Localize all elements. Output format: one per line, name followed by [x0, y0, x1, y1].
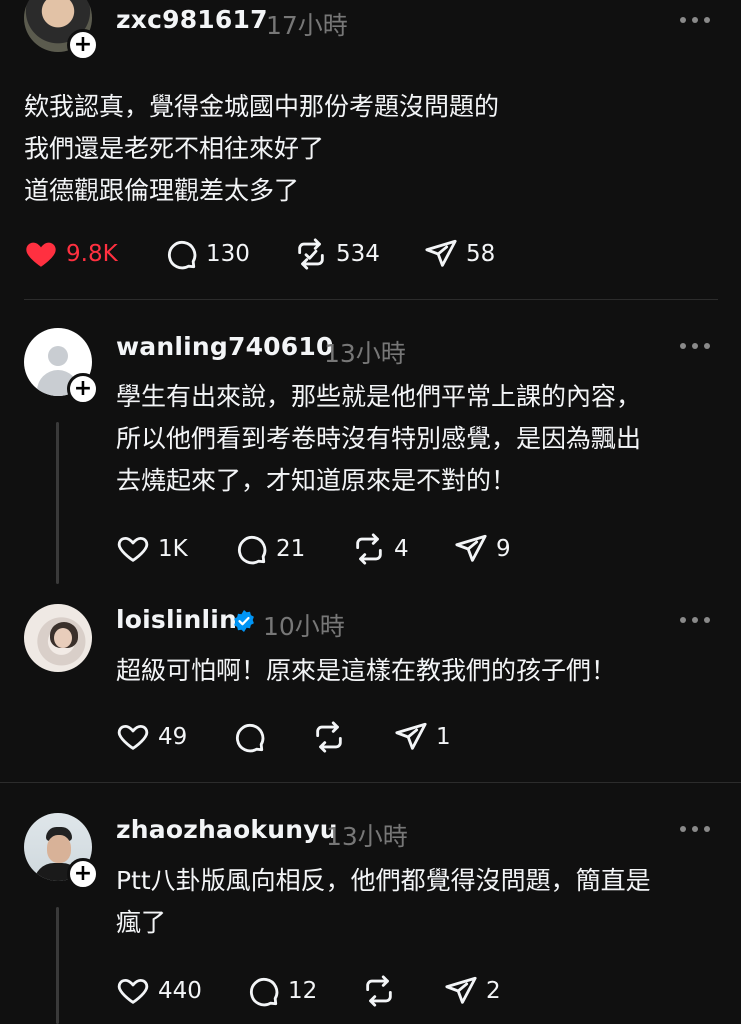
- reply-button[interactable]: [232, 717, 266, 757]
- share-button[interactable]: 2: [444, 971, 501, 1011]
- post-actions: 1K 21 4 9: [116, 529, 536, 569]
- like-count: 49: [158, 724, 188, 750]
- post-time: 10小時: [263, 612, 345, 641]
- post-actions: 9.8K 130 534 58: [24, 234, 524, 274]
- repost-icon: [356, 533, 382, 565]
- thread-line: [56, 907, 59, 1024]
- username[interactable]: zhaozhaokunyu: [116, 815, 338, 844]
- more-icon[interactable]: [680, 616, 712, 624]
- reply-icon: [249, 977, 279, 1007]
- reply-count: 12: [288, 978, 318, 1004]
- reply-icon: [167, 240, 197, 270]
- reply-button[interactable]: 21: [234, 529, 305, 569]
- like-count: 9.8K: [66, 241, 118, 267]
- share-icon: [455, 534, 487, 562]
- post-actions: 440 12 2: [116, 971, 536, 1011]
- username[interactable]: loislinlin: [116, 605, 237, 634]
- repost-button[interactable]: [312, 717, 346, 757]
- share-count: 2: [486, 978, 501, 1004]
- share-icon: [425, 239, 457, 267]
- post-time: 13小時: [324, 339, 406, 368]
- like-button[interactable]: 1K: [116, 529, 188, 569]
- post-zxc981617: + zxc981617 17小時 欸我認真，覺得金城國中那份考題沒問題的 我們還…: [0, 0, 741, 300]
- share-count: 1: [436, 724, 451, 750]
- follow-plus-icon[interactable]: +: [67, 858, 99, 890]
- like-button[interactable]: 49: [116, 717, 187, 757]
- share-count: 58: [466, 241, 496, 267]
- like-count: 1K: [158, 536, 188, 562]
- reply-button[interactable]: 12: [246, 971, 317, 1011]
- reply-icon: [237, 535, 267, 565]
- reply-icon: [235, 723, 265, 753]
- heart-icon: [117, 536, 149, 562]
- repost-icon: [298, 238, 324, 270]
- share-count: 9: [496, 536, 511, 562]
- follow-plus-icon[interactable]: +: [67, 373, 99, 405]
- share-button[interactable]: 9: [454, 529, 511, 569]
- repost-icon: [366, 975, 392, 1007]
- verified-badge-icon: [234, 610, 254, 632]
- reply-button[interactable]: 130: [164, 234, 250, 274]
- post-zhaozhaokunyu: + zhaozhaokunyu 13小時 Ptt八卦版風向相反，他們都覺得沒問題…: [0, 783, 741, 1024]
- post-actions: 49 1: [116, 717, 476, 757]
- like-button[interactable]: 9.8K: [24, 234, 118, 274]
- post-time: 17小時: [266, 11, 348, 40]
- post-text: Ptt八卦版風向相反，他們都覺得沒問題，簡直是 瘋了: [116, 866, 651, 937]
- repost-count: 534: [336, 241, 380, 267]
- repost-button[interactable]: 534: [294, 234, 380, 274]
- post-wanling740610: + wanling740610 13小時 學生有出來說，那些就是他們平常上課的內…: [0, 300, 741, 590]
- username[interactable]: zxc981617: [116, 5, 268, 34]
- heart-icon: [26, 242, 56, 267]
- reply-count: 21: [276, 536, 306, 562]
- post-text: 學生有出來說，那些就是他們平常上課的內容， 所以他們看到考卷時沒有特別感覺，是因…: [116, 382, 642, 495]
- share-icon: [445, 976, 477, 1004]
- repost-button[interactable]: 4: [352, 529, 409, 569]
- more-icon[interactable]: [680, 825, 712, 833]
- thread-line: [56, 422, 59, 584]
- follow-plus-icon[interactable]: +: [67, 29, 99, 61]
- like-count: 440: [158, 978, 202, 1004]
- post-loislinlin: loislinlin 10小時 超級可怕啊！原來是這樣在教我們的孩子們！ 49 …: [0, 590, 741, 780]
- post-text: 超級可怕啊！原來是這樣在教我們的孩子們！: [116, 656, 617, 685]
- repost-button[interactable]: [362, 971, 396, 1011]
- more-icon[interactable]: [680, 342, 712, 350]
- share-button[interactable]: 58: [424, 234, 495, 274]
- reply-count: 130: [206, 241, 250, 267]
- like-button[interactable]: 440: [116, 971, 202, 1011]
- repost-icon: [316, 721, 342, 753]
- avatar[interactable]: [24, 604, 92, 672]
- heart-icon: [117, 978, 149, 1004]
- repost-count: 4: [394, 536, 409, 562]
- username[interactable]: wanling740610: [116, 332, 334, 361]
- more-icon[interactable]: [680, 16, 712, 24]
- share-icon: [395, 722, 427, 750]
- share-button[interactable]: 1: [394, 717, 451, 757]
- heart-icon: [117, 724, 149, 750]
- post-time: 13小時: [326, 822, 408, 851]
- post-text: 欸我認真，覺得金城國中那份考題沒問題的 我們還是老死不相往來好了 道德觀跟倫理觀…: [24, 92, 500, 205]
